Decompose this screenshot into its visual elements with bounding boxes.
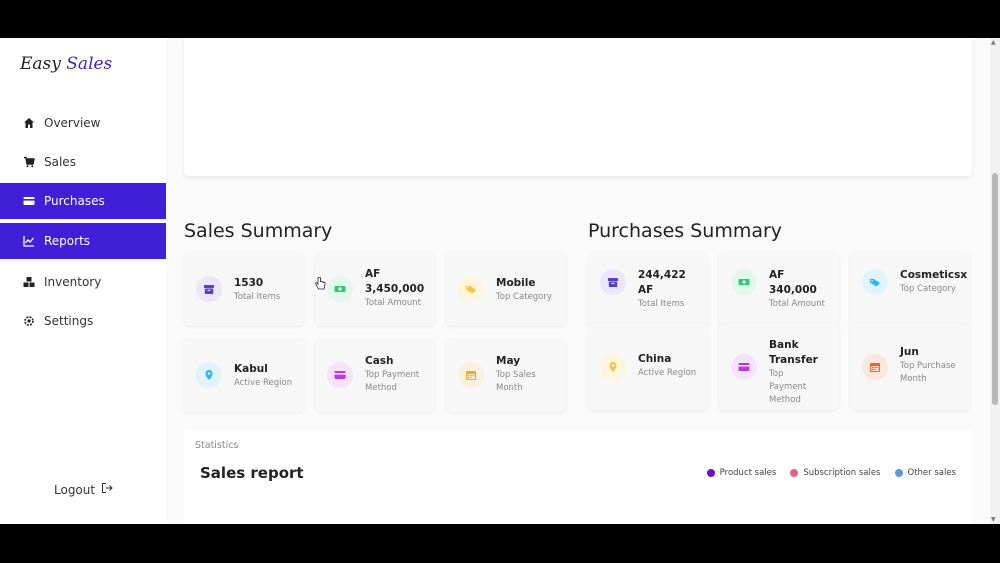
box-icon [196,276,222,302]
sales-card-payment-method: Cash Top Payment Method [315,338,435,412]
purchases-card-active-region: China Active Region [588,324,708,410]
card-value: Bank Transfer [769,339,818,366]
legend-item-product-sales[interactable]: Product sales [706,468,777,478]
gear-icon [22,314,36,328]
card-value: AF 340,000 [769,269,817,296]
purchases-card-total-items: 244,422 AF Total Items [588,252,708,326]
app-logo[interactable]: Easy Sales [20,54,112,74]
purchases-card-total-amount: AF 340,000 Total Amount [719,252,839,326]
sales-summary-title: Sales Summary [184,220,333,242]
legend-dot [706,469,715,477]
sales-card-active-region: Kabul Active Region [184,338,304,412]
card-value: 1530 [234,277,264,289]
main-content: Sales Summary 1530 Total Items AF 3,450,… [166,38,990,524]
purchases-card-payment-method: Bank Transfer Top Payment Method [719,324,839,410]
sales-card-total-amount: AF 3,450,000 Total Amount [315,252,435,326]
legend-dot [790,469,799,477]
sidebar-item-label: Inventory [44,275,102,289]
scrollbar-thumb[interactable] [992,173,998,405]
calendar-icon [458,362,484,388]
cart-icon [22,155,36,169]
scroll-up-icon[interactable]: ▲ [991,39,996,46]
chart-legend: Product sales Subscription sales Other s… [706,468,957,478]
sidebar-item-overview[interactable]: Overview [0,105,166,141]
legend-label: Other sales [907,468,957,478]
sidebar-item-label: Purchases [44,194,105,208]
card-value: Mobile [496,277,536,289]
card-value: Cash [365,355,394,367]
card-icon [731,354,757,380]
card-label: Top Payment Method [769,369,807,405]
sales-card-sales-month: May Top Sales Month [446,338,566,412]
tag-icon [862,269,888,295]
card-label: Total Amount [365,298,421,308]
scroll-down-icon[interactable]: ▼ [991,516,996,523]
card-value: China [638,353,672,365]
boxes-icon [22,275,36,289]
logout-icon [101,482,113,497]
logout-label: Logout [54,482,96,497]
legend-item-other-sales[interactable]: Other sales [894,468,957,478]
card-value: 244,422 AF [638,269,686,296]
calendar-icon [862,354,888,380]
sales-card-total-items: 1530 Total Items [184,252,304,326]
location-icon [600,354,626,380]
sidebar-item-label: Sales [44,155,76,169]
tag-icon [458,276,484,302]
sales-card-top-category: Mobile Top Category [446,252,566,326]
sidebar-item-reports[interactable]: Reports [0,223,166,259]
card-label: Total Items [234,292,281,302]
sidebar-item-purchases[interactable]: Purchases [0,183,166,219]
sidebar-item-settings[interactable]: Settings [0,303,166,339]
legend-item-subscription-sales[interactable]: Subscription sales [790,468,881,478]
card-label: Total Amount [769,299,825,309]
logo-text: Easy [20,54,67,74]
purchases-summary-title: Purchases Summary [588,220,783,242]
vertical-scrollbar[interactable]: ▲ ▼ [990,38,1000,524]
card-label: Active Region [234,378,293,388]
card-label: Total Items [638,299,685,309]
legend-label: Subscription sales [803,468,881,478]
sidebar-item-label: Overview [44,116,101,130]
location-icon [196,362,222,388]
card-value: Jun [900,346,919,358]
chart-icon [22,234,36,248]
app-window: Easy Sales Overview Sales Purchases Repo [0,38,1000,524]
card-label: Top Payment Method [365,370,420,393]
money-icon [731,269,757,295]
sidebar-item-label: Reports [44,234,91,248]
sidebar-item-label: Settings [44,314,94,328]
box-icon [600,269,626,295]
card-value: AF 3,450,000 [365,268,425,295]
sidebar-item-inventory[interactable]: Inventory [0,264,166,300]
card-value: Kabul [234,363,268,375]
credit-card-icon [22,194,36,208]
statistics-label: Statistics [195,440,239,451]
sidebar-item-sales[interactable]: Sales [0,144,166,180]
money-icon [327,276,353,302]
card-icon [327,362,353,388]
logo-accent-text: Sales [66,54,113,74]
legend-dot [894,469,903,477]
card-label: Top Purchase Month [900,361,956,384]
card-label: Top Category [496,292,552,302]
card-value: May [496,355,521,367]
card-label: Active Region [638,368,697,378]
card-label: Top Category [900,284,956,294]
legend-label: Product sales [719,468,777,478]
logout-button[interactable]: Logout [54,482,113,497]
sidebar: Easy Sales Overview Sales Purchases Repo [0,38,166,524]
purchases-card-top-category: Cosmeticsx Top Category [850,252,970,326]
top-panel [184,38,972,176]
sales-report-title: Sales report [200,464,304,482]
hand-cursor-icon [314,276,326,295]
home-icon [22,116,36,130]
card-label: Top Sales Month [496,370,536,393]
statistics-panel: Statistics Sales report Product sales Su… [184,430,972,524]
purchases-card-purchase-month: Jun Top Purchase Month [850,324,970,410]
card-value: Cosmeticsx [900,269,968,281]
